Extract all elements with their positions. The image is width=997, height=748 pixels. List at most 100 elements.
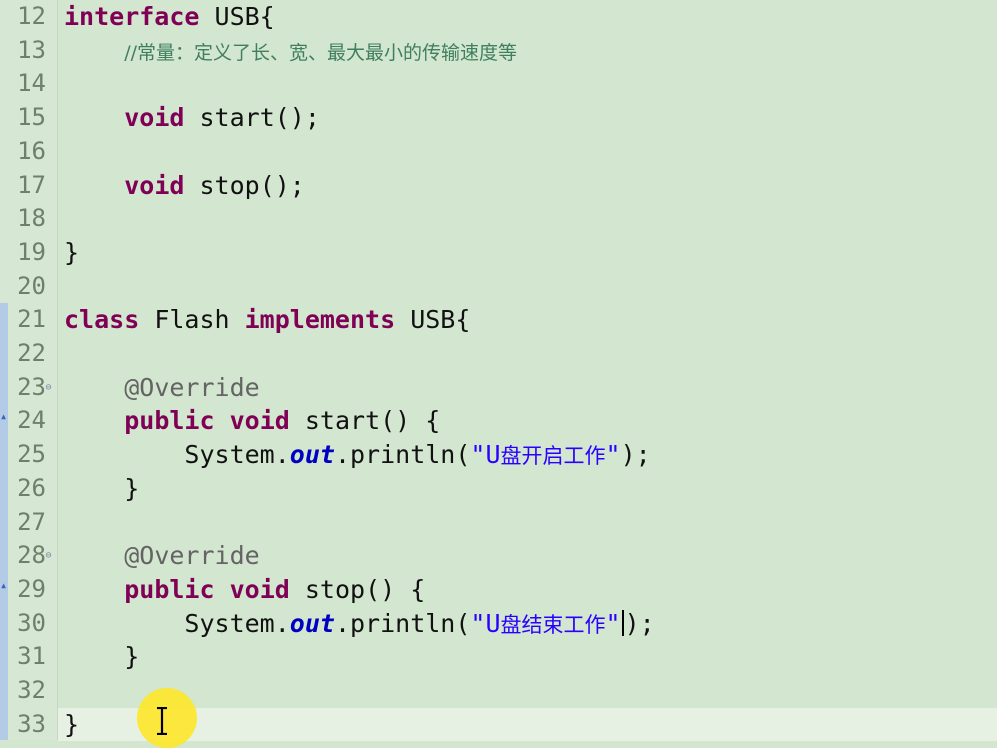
text-caret (621, 609, 624, 636)
code-text: public void stop() { (64, 573, 425, 607)
code-text: } (64, 708, 79, 742)
code-text: void start(); (64, 101, 320, 135)
code-line[interactable]: 17 void stop(); (17, 169, 997, 203)
token-text: USB{ (395, 305, 471, 335)
token-text: start() { (289, 406, 441, 436)
code-text: //常量：定义了长、宽、最大最小的传输速度等 (64, 34, 517, 71)
line-number: 15 (17, 103, 46, 132)
token-kw: void (124, 170, 185, 200)
line-number: 17 (17, 170, 46, 199)
code-text: System.out.println("U盘结束工作"); (64, 607, 655, 643)
code-line[interactable]: 15 void start(); (17, 101, 997, 135)
code-line[interactable]: 16 (17, 135, 997, 169)
code-line[interactable]: 18 (17, 202, 997, 236)
line-number: 26 (17, 473, 46, 502)
line-number: 19 (17, 237, 46, 266)
code-text: interface USB{ (64, 0, 275, 34)
token-ann: @Override (124, 372, 260, 402)
token-kw: void (124, 103, 185, 133)
token-text: } (64, 473, 140, 503)
token-field: out (289, 440, 335, 470)
code-text: public void start() { (64, 404, 440, 438)
code-text: void stop(); (64, 169, 305, 203)
code-text: @Override (64, 539, 260, 573)
code-line[interactable]: 31 } (17, 640, 997, 674)
code-line[interactable]: 25 System.out.println("U盘开启工作"); (17, 438, 997, 474)
code-line[interactable]: 20 (17, 270, 997, 304)
override-marker-icon: ▴ (0, 577, 8, 592)
line-number: 20 (17, 271, 46, 300)
token-text: ); (624, 608, 655, 638)
code-line[interactable]: 28 ⊖ @Override (17, 539, 997, 573)
token-kw: class (64, 305, 140, 335)
fold-toggle-icon[interactable]: ⊖ (44, 382, 53, 392)
token-text: stop(); (184, 170, 305, 200)
line-number: 21 (17, 305, 46, 334)
token-text: System. (64, 608, 290, 638)
line-number: 31 (17, 642, 46, 671)
code-line[interactable]: 21 class Flash implements USB{ (17, 303, 997, 337)
token-text: } (64, 642, 140, 672)
token-str: "U盘开启工作" (470, 440, 621, 470)
code-line[interactable]: 27 (17, 506, 997, 540)
override-marker-icon: ▴ (0, 409, 8, 424)
code-text: @Override (64, 371, 260, 405)
code-text: } (64, 236, 79, 270)
code-line[interactable]: 33} (17, 707, 997, 742)
line-number: 27 (17, 507, 46, 536)
token-text: Flash (139, 305, 245, 335)
token-str: "U盘结束工作" (470, 608, 621, 638)
code-line[interactable]: 24 ▴ public void start() { (0, 404, 997, 438)
line-number: 28 (17, 541, 46, 570)
line-number: 32 (17, 676, 46, 704)
code-line[interactable]: 14 (17, 67, 997, 101)
token-text: start(); (184, 103, 320, 133)
line-number: 33 (17, 709, 46, 738)
token-text: .println( (334, 608, 471, 638)
token-kw: implements (244, 305, 396, 335)
token-kw: interface (64, 2, 200, 31)
code-line[interactable]: 13 //常量：定义了长、宽、最大最小的传输速度等 (17, 34, 997, 71)
code-text: } (64, 640, 139, 674)
fold-toggle-icon[interactable]: ⊖ (44, 551, 53, 561)
token-kw: public (124, 406, 215, 436)
line-number: 23 (17, 372, 46, 401)
code-line[interactable]: 12 interface USB{ (17, 0, 997, 34)
token-text: USB{ (199, 2, 275, 31)
code-line[interactable]: 32 (17, 674, 997, 708)
text-ibeam-cursor-icon (157, 707, 167, 735)
code-line[interactable]: 19} (17, 236, 997, 270)
token-kw: public (124, 574, 215, 604)
token-text: } (64, 709, 80, 739)
token-kw: void (229, 406, 290, 436)
line-number: 30 (17, 608, 46, 637)
code-text: class Flash implements USB{ (64, 303, 470, 337)
line-number: 22 (17, 339, 46, 367)
token-text: } (64, 237, 80, 267)
code-editor[interactable]: 12 interface USB{13 //常量：定义了长、宽、最大最小的传输速度… (0, 0, 997, 742)
code-text: System.out.println("U盘开启工作"); (64, 438, 651, 474)
token-text: System. (64, 440, 290, 470)
line-number: 16 (17, 136, 46, 165)
token-text: .println( (334, 440, 471, 470)
line-number: 12 (17, 2, 46, 30)
code-text: } (64, 472, 139, 506)
code-line[interactable]: 23 ⊖ @Override (17, 371, 997, 405)
code-line[interactable]: 30 System.out.println("U盘结束工作"); (17, 607, 997, 643)
token-kw: void (229, 574, 290, 604)
token-text: ); (620, 440, 651, 470)
code-line[interactable]: 22 (17, 337, 997, 371)
line-number: 25 (17, 440, 46, 469)
token-ann: @Override (124, 541, 260, 571)
code-line[interactable]: 26 } (17, 472, 997, 506)
code-line[interactable]: 29 ▴ public void stop() { (0, 573, 997, 607)
